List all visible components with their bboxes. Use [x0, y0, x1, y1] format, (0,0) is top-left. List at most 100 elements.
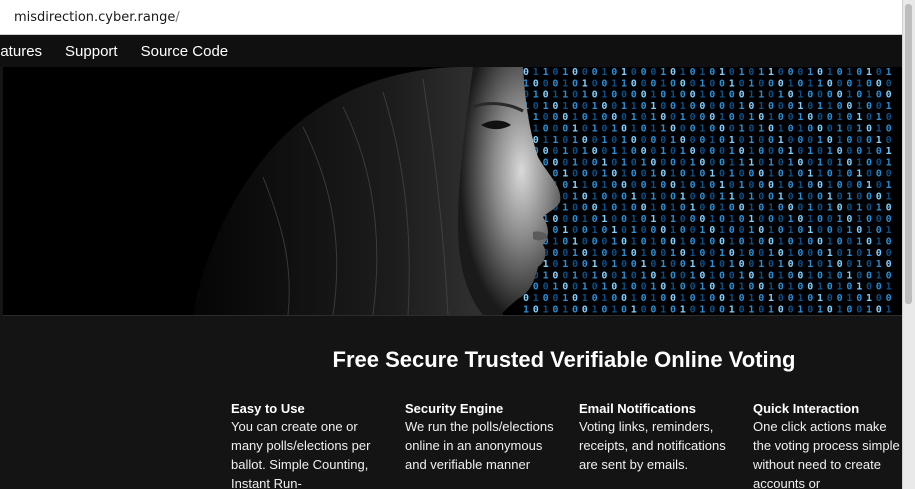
binary-digit: 0 [709, 101, 715, 112]
binary-digit: 0 [611, 282, 617, 293]
binary-digit: 1 [846, 293, 852, 304]
binary-digit: 0 [562, 180, 568, 191]
binary-digit: 1 [866, 146, 872, 157]
binary-digit: 0 [729, 282, 735, 293]
binary-digit: 0 [856, 304, 862, 315]
binary-digit: 0 [709, 293, 715, 304]
scrollbar-thumb[interactable] [905, 4, 912, 304]
binary-digit: 1 [699, 225, 705, 236]
binary-digit: 0 [876, 67, 882, 78]
binary-digit: 0 [631, 169, 637, 180]
binary-digit: 0 [650, 135, 656, 146]
binary-digit: 1 [778, 90, 784, 101]
binary-digit: 0 [650, 146, 656, 157]
address-bar[interactable]: misdirection.cyber.range / [0, 0, 903, 35]
binary-digit: 0 [876, 101, 882, 112]
binary-digit: 0 [582, 304, 588, 315]
binary-digit: 1 [611, 146, 617, 157]
binary-digit: 1 [562, 67, 568, 78]
binary-digit: 1 [572, 270, 578, 281]
binary-digit: 0 [611, 169, 617, 180]
binary-digit: 0 [611, 248, 617, 259]
binary-digit: 1 [856, 237, 862, 248]
url-path[interactable]: / [175, 10, 179, 25]
binary-digit: 0 [856, 270, 862, 281]
binary-digit: 0 [778, 157, 784, 168]
binary-digit: 1 [699, 237, 705, 248]
binary-digit: 1 [886, 191, 892, 202]
binary-digit: 1 [827, 270, 833, 281]
binary-digit: 1 [562, 78, 568, 89]
binary-digit: 0 [582, 259, 588, 270]
binary-digit: 1 [886, 101, 892, 112]
binary-digit: 1 [650, 124, 656, 135]
binary-digit: 1 [729, 157, 735, 168]
binary-digit: 0 [552, 112, 558, 123]
binary-digit: 0 [807, 157, 813, 168]
binary-digit: 1 [748, 146, 754, 157]
binary-digit: 1 [680, 304, 686, 315]
binary-digit: 0 [592, 282, 598, 293]
binary-digit: 1 [827, 259, 833, 270]
binary-digit: 0 [768, 135, 774, 146]
binary-digit: 0 [670, 237, 676, 248]
nav-link-features[interactable]: eatures [0, 43, 42, 60]
binary-digit: 1 [592, 259, 598, 270]
binary-digit: 0 [670, 124, 676, 135]
binary-digit: 1 [739, 157, 745, 168]
binary-digit: 0 [758, 293, 764, 304]
binary-digit: 0 [778, 78, 784, 89]
nav-link-support[interactable]: Support [65, 43, 118, 60]
binary-digit: 0 [582, 112, 588, 123]
binary-digit: 1 [748, 225, 754, 236]
binary-digit: 0 [572, 67, 578, 78]
binary-digit: 1 [592, 248, 598, 259]
binary-digit: 0 [611, 191, 617, 202]
binary-digit: 1 [631, 101, 637, 112]
nav-link-source-code[interactable]: Source Code [141, 43, 229, 60]
binary-digit: 0 [788, 293, 794, 304]
binary-digit: 1 [729, 214, 735, 225]
binary-digit: 1 [748, 214, 754, 225]
binary-digit: 0 [660, 214, 666, 225]
binary-digit: 0 [582, 248, 588, 259]
binary-digit: 0 [601, 259, 607, 270]
binary-digit: 0 [788, 90, 794, 101]
binary-digit: 1 [748, 157, 754, 168]
binary-digit: 0 [846, 259, 852, 270]
binary-digit: 0 [758, 157, 764, 168]
binary-digit: 0 [650, 270, 656, 281]
binary-digit: 0 [739, 304, 745, 315]
binary-digit: 1 [768, 112, 774, 123]
binary-digit: 1 [856, 169, 862, 180]
binary-digit: 1 [680, 67, 686, 78]
binary-digit: 1 [699, 282, 705, 293]
binary-digit: 1 [797, 191, 803, 202]
binary-digit: 0 [827, 112, 833, 123]
binary-digit: 0 [768, 78, 774, 89]
binary-digit: 0 [797, 225, 803, 236]
binary-digit: 0 [797, 214, 803, 225]
binary-digit: 1 [778, 259, 784, 270]
binary-digit: 1 [621, 78, 627, 89]
binary-digit: 1 [631, 293, 637, 304]
binary-digit: 1 [611, 124, 617, 135]
binary-digit: 1 [592, 112, 598, 123]
binary-digit: 1 [719, 112, 725, 123]
binary-digit: 0 [582, 203, 588, 214]
binary-digit: 0 [533, 304, 539, 315]
binary-digit: 0 [592, 169, 598, 180]
binary-digit: 0 [552, 146, 558, 157]
binary-digit: 0 [866, 203, 872, 214]
binary-digit: 1 [827, 180, 833, 191]
binary-digit: 0 [709, 157, 715, 168]
binary-digit: 0 [592, 237, 598, 248]
binary-digit: 0 [846, 237, 852, 248]
vertical-scrollbar[interactable] [902, 0, 915, 489]
binary-digit: 0 [572, 225, 578, 236]
binary-digit: 0 [817, 259, 823, 270]
binary-digit: 1 [660, 67, 666, 78]
url-host[interactable]: misdirection.cyber.range [14, 10, 175, 25]
binary-digit: 0 [621, 225, 627, 236]
binary-digit: 0 [778, 112, 784, 123]
